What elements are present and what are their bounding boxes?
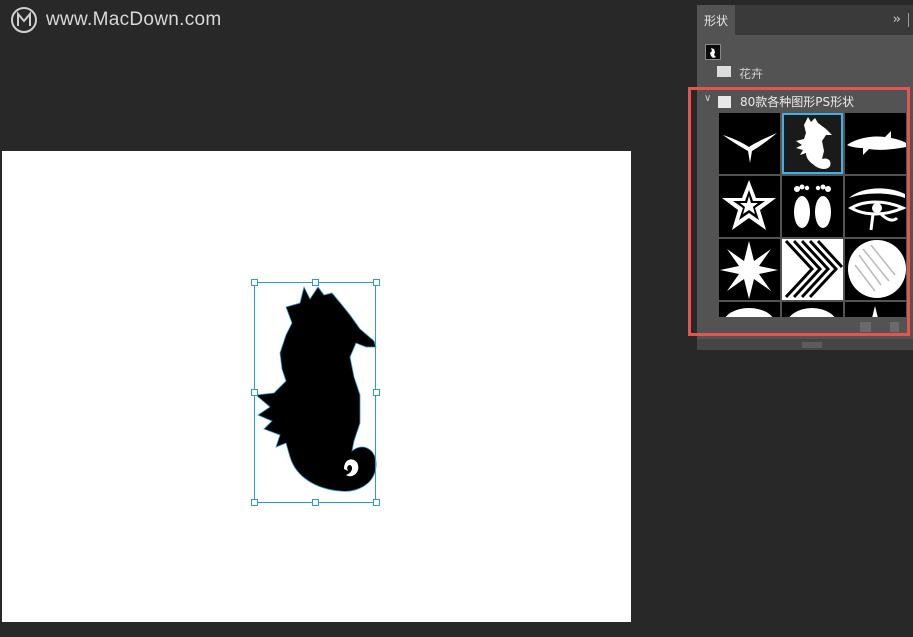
shapes-panel: 形状 ›› 花卉 ∨ 80款各种图形PS形状 bbox=[697, 5, 913, 350]
handle-top-left[interactable] bbox=[251, 279, 258, 286]
group-label: 80款各种图形PS形状 bbox=[740, 95, 855, 109]
shape-bird[interactable] bbox=[719, 113, 780, 174]
tab-shapes[interactable]: 形状 bbox=[697, 5, 735, 35]
panel-scroll-thumb[interactable] bbox=[802, 342, 822, 348]
shape-seahorse[interactable] bbox=[782, 113, 843, 174]
shape-preview-icon[interactable] bbox=[705, 44, 721, 60]
shape-dolphin[interactable] bbox=[845, 113, 906, 174]
handle-top-right[interactable] bbox=[373, 279, 380, 286]
folder-icon bbox=[718, 96, 731, 108]
panel-tab-bar: 形状 ›› bbox=[697, 5, 913, 35]
handle-bottom-center[interactable] bbox=[312, 499, 319, 506]
shape-compass-star[interactable] bbox=[719, 239, 780, 300]
seahorse-shape-layer[interactable] bbox=[251, 279, 380, 506]
shape-grid bbox=[717, 111, 911, 317]
handle-middle-right[interactable] bbox=[373, 389, 380, 396]
folder-icon bbox=[717, 66, 731, 77]
watermark-text: www.MacDown.com bbox=[46, 9, 222, 30]
shape-footprints[interactable] bbox=[782, 176, 843, 237]
shape-chevron-pattern[interactable] bbox=[782, 239, 844, 300]
group-row-flowers[interactable]: 花卉 bbox=[697, 63, 913, 79]
group-row-80-shapes[interactable]: ∨ 80款各种图形PS形状 bbox=[697, 90, 913, 112]
handle-middle-left[interactable] bbox=[251, 389, 258, 396]
transform-bounding-box bbox=[254, 282, 376, 503]
panel-footer bbox=[697, 317, 913, 339]
delete-icon[interactable] bbox=[890, 322, 899, 332]
shape-partial-2[interactable] bbox=[782, 302, 843, 317]
shape-star-outline[interactable] bbox=[719, 176, 780, 237]
chevron-down-icon[interactable]: ∨ bbox=[704, 93, 711, 104]
handle-bottom-left[interactable] bbox=[251, 499, 258, 506]
watermark: www.MacDown.com bbox=[10, 6, 222, 34]
shape-halftone-circle[interactable] bbox=[845, 239, 906, 300]
panel-divider bbox=[908, 13, 909, 27]
handle-top-center[interactable] bbox=[312, 279, 319, 286]
handle-bottom-right[interactable] bbox=[373, 499, 380, 506]
document-canvas[interactable] bbox=[2, 151, 631, 622]
macdown-logo-icon bbox=[11, 7, 37, 33]
shape-partial-1[interactable] bbox=[719, 302, 780, 317]
collapse-panel-icon[interactable]: ›› bbox=[893, 12, 902, 27]
panel-resize-bar bbox=[697, 339, 913, 350]
shape-partial-3[interactable] bbox=[845, 302, 906, 317]
shape-eye-of-horus[interactable] bbox=[845, 176, 907, 237]
new-group-icon[interactable] bbox=[860, 322, 871, 332]
group-label-flowers: 花卉 bbox=[739, 67, 764, 79]
